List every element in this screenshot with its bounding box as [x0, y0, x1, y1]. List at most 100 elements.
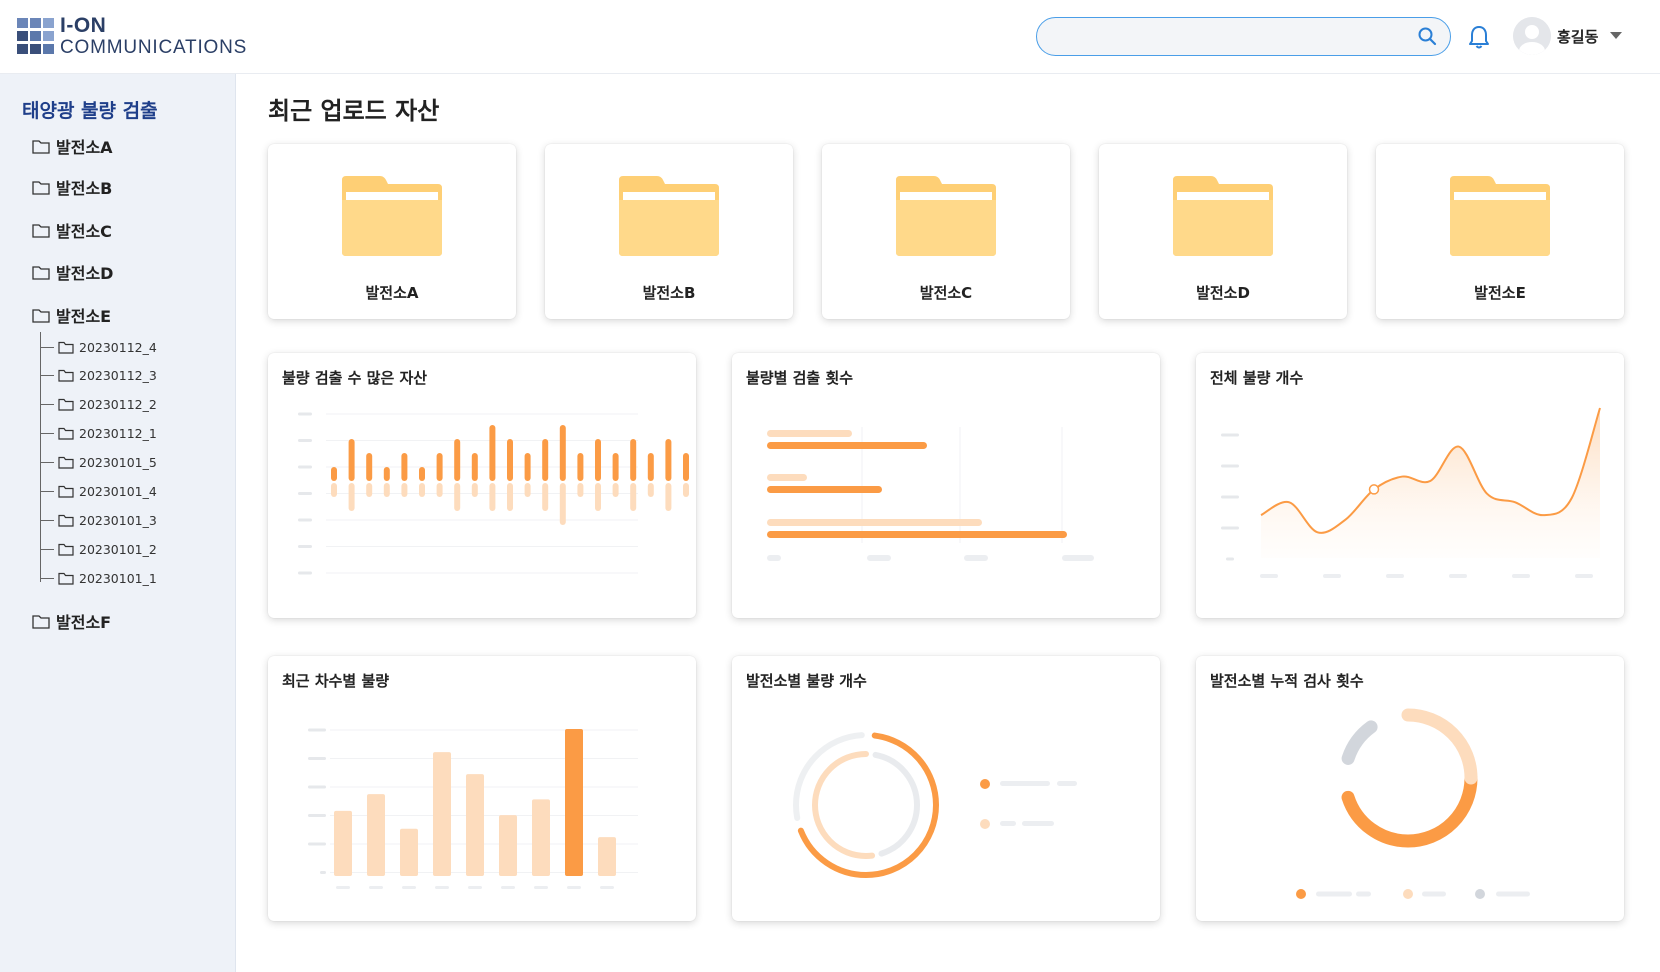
bar [454, 439, 461, 481]
bar [499, 815, 517, 876]
sidebar-subitem[interactable]: 20230112_2 [58, 394, 157, 414]
sidebar-subitem[interactable]: 20230101_1 [58, 568, 157, 588]
bar [471, 453, 478, 481]
bell-icon[interactable] [1467, 24, 1491, 50]
tick-label [1221, 464, 1239, 468]
bar [630, 439, 637, 481]
bar [577, 453, 584, 481]
tick-label [1512, 574, 1530, 578]
bar [366, 483, 373, 497]
chevron-down-icon[interactable] [1610, 32, 1622, 39]
folder-icon [1450, 176, 1550, 256]
folder-card-c[interactable]: 발전소C [822, 144, 1070, 319]
bar [612, 483, 619, 497]
tick-label [308, 814, 326, 817]
bar [524, 483, 531, 497]
tick-label [1323, 574, 1341, 578]
folder-icon [58, 369, 74, 382]
folder-icon [58, 514, 74, 527]
folder-icon [58, 485, 74, 498]
sidebar-item-d[interactable]: 발전소D [32, 260, 113, 284]
user-name[interactable]: 홍길동 [1557, 26, 1598, 47]
bar [767, 474, 807, 481]
bar [489, 425, 496, 481]
logo[interactable]: I-ON COMMUNICATIONS [17, 14, 267, 60]
chart-plant-inspections [1296, 708, 1530, 899]
folder-card-b[interactable]: 발전소B [545, 144, 793, 319]
search-input[interactable] [1053, 24, 1413, 48]
sidebar-subitem[interactable]: 20230101_5 [58, 452, 157, 472]
folder-icon [32, 614, 50, 629]
sidebar-subitem[interactable]: 20230112_4 [58, 337, 157, 357]
sidebar-subitem-label: 20230101_4 [79, 483, 157, 499]
bar [334, 810, 352, 876]
sidebar-subitem[interactable]: 20230101_2 [58, 539, 157, 559]
folder-name: 발전소A [365, 284, 419, 302]
tick-label [1575, 574, 1593, 578]
folder-card-d[interactable]: 발전소D [1099, 144, 1347, 319]
bar [598, 837, 616, 876]
avatar[interactable] [1513, 17, 1551, 55]
sidebar-subitem[interactable]: 20230101_4 [58, 481, 157, 501]
bar [559, 425, 566, 481]
sidebar-item-f[interactable]: 발전소F [32, 609, 111, 633]
bar [454, 483, 461, 511]
point [1368, 484, 1380, 495]
tick-label [1221, 526, 1239, 530]
legend-label [1000, 821, 1016, 826]
folder-icon [32, 223, 50, 238]
sidebar-item-a[interactable]: 발전소A [32, 134, 113, 158]
tick-label [435, 886, 449, 889]
bar [595, 439, 601, 481]
tick-label [336, 886, 350, 889]
folder-icon [58, 572, 74, 585]
sidebar-title: 태양광 불량 검출 [22, 100, 158, 122]
bar [419, 483, 425, 497]
legend-marker [1296, 889, 1306, 899]
search-icon[interactable] [1417, 26, 1437, 46]
sidebar-item-label: 발전소B [56, 179, 113, 198]
legend-marker [1403, 889, 1413, 899]
tick-label [1449, 574, 1467, 578]
sidebar-subitem-label: 20230101_3 [79, 512, 157, 528]
sidebar-subitem[interactable]: 20230112_3 [58, 365, 157, 385]
folder-name: 발전소E [1474, 284, 1526, 302]
chart-card-recent-rounds: 최근 차수별 불량 [268, 656, 696, 921]
sidebar-subitem-label: 20230101_2 [79, 541, 157, 557]
legend-label [1422, 891, 1446, 897]
sidebar-item-e[interactable]: 발전소E [32, 303, 111, 327]
tick-label [369, 886, 383, 889]
legend-marker [980, 819, 990, 829]
sidebar-subitem-label: 20230112_1 [79, 425, 157, 441]
bar [665, 439, 672, 481]
sidebar-subitem[interactable]: 20230112_1 [58, 423, 157, 443]
tick-label [1226, 557, 1234, 561]
folder-icon [1173, 176, 1273, 256]
header: I-ON COMMUNICATIONS 홍길동 [0, 0, 1660, 74]
sidebar-item-c[interactable]: 발전소C [32, 218, 112, 242]
avatar-icon [1513, 17, 1551, 55]
bar [647, 453, 654, 481]
tick-label [298, 465, 312, 469]
bar [489, 483, 496, 511]
folder-card-e[interactable]: 발전소E [1376, 144, 1624, 319]
chart-card-plant-inspections: 발전소별 누적 검사 횟수 [1196, 656, 1624, 921]
search-box [1036, 17, 1451, 56]
chart-plant-defects [793, 732, 1077, 878]
tree-branch [40, 462, 54, 463]
folder-name: 발전소D [1196, 284, 1250, 302]
tick-label [320, 871, 326, 874]
sidebar-subitem-label: 20230112_4 [79, 339, 157, 355]
legend-label [1356, 891, 1371, 897]
bar [767, 442, 927, 449]
sidebar-subitem[interactable]: 20230101_3 [58, 510, 157, 530]
folder-card-a[interactable]: 발전소A [268, 144, 516, 319]
bar [683, 453, 689, 481]
bar [767, 519, 982, 526]
sidebar-item-b[interactable]: 발전소B [32, 175, 112, 199]
legend-marker [1475, 889, 1485, 899]
tree-branch [40, 347, 54, 348]
bar [524, 453, 531, 481]
tick-label [298, 545, 312, 548]
bar [366, 453, 373, 481]
